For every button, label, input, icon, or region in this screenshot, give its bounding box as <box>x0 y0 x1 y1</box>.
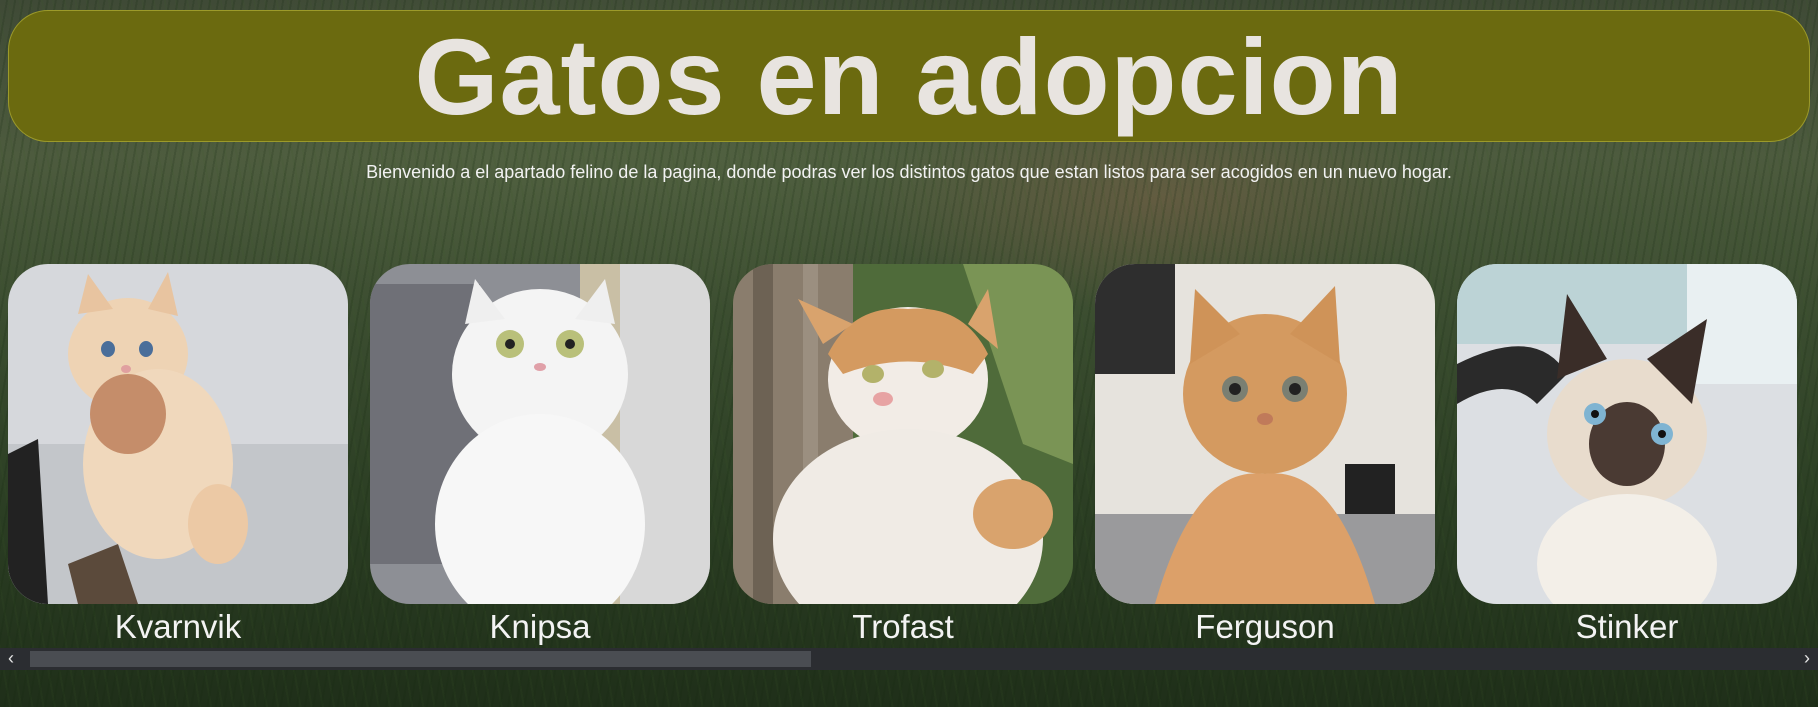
page-subtitle: Bienvenido a el apartado felino de la pa… <box>366 162 1452 182</box>
scrollbar-track[interactable] <box>22 651 1796 667</box>
cat-gallery[interactable]: Kvarnvik Knipsa Trofast Ferguson Stinker <box>0 264 1818 645</box>
cat-photo[interactable] <box>733 264 1073 604</box>
cat-name: Knipsa <box>489 608 591 645</box>
horizontal-scrollbar[interactable]: ‹ › <box>0 648 1818 670</box>
cat-card[interactable]: Kvarnvik <box>8 264 348 645</box>
cat-card[interactable]: Ferguson <box>1095 264 1435 645</box>
cat-photo[interactable] <box>8 264 348 604</box>
cat-name: Stinker <box>1575 608 1679 645</box>
cat-photo[interactable] <box>370 264 710 604</box>
page-title: Gatos en adopcion <box>414 16 1404 137</box>
cat-photo[interactable] <box>1457 264 1797 604</box>
scroll-right-button[interactable]: › <box>1796 648 1818 670</box>
cat-name: Ferguson <box>1195 608 1335 645</box>
cat-card[interactable]: Trofast <box>733 264 1073 645</box>
cat-name: Kvarnvik <box>114 608 242 645</box>
scroll-left-button[interactable]: ‹ <box>0 648 22 670</box>
cat-name: Trofast <box>852 608 954 645</box>
scrollbar-thumb[interactable] <box>30 651 811 667</box>
cat-card[interactable]: Stinker <box>1457 264 1797 645</box>
cat-card[interactable]: Knipsa <box>370 264 710 645</box>
title-banner: Gatos en adopcion <box>8 10 1810 142</box>
cat-photo[interactable] <box>1095 264 1435 604</box>
